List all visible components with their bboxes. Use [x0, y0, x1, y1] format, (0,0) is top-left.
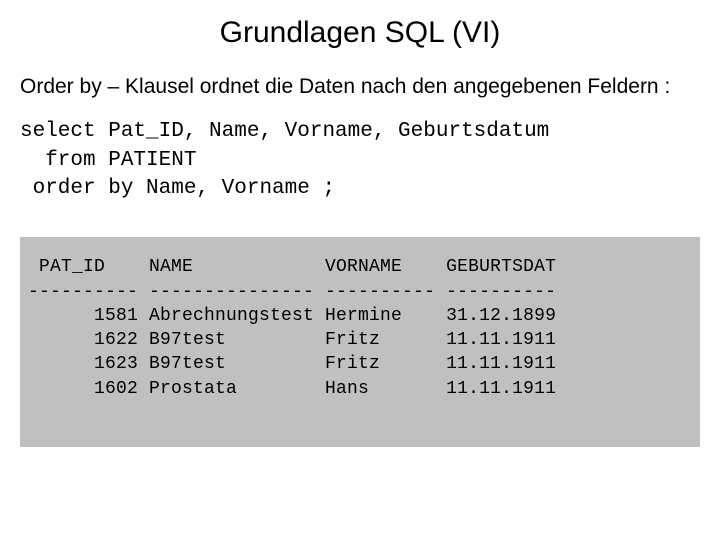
output-header: PAT_ID NAME VORNAME GEBURTSDAT: [28, 257, 556, 277]
output-row: 1581 Abrechnungstest Hermine 31.12.1899: [28, 306, 556, 326]
output-row: 1602 Prostata Hans 11.11.1911: [28, 379, 556, 399]
sql-code-block: select Pat_ID, Name, Vorname, Geburtsdat…: [20, 118, 700, 203]
sql-line-1: select Pat_ID, Name, Vorname, Geburtsdat…: [20, 120, 549, 143]
query-output-box: PAT_ID NAME VORNAME GEBURTSDAT ---------…: [20, 237, 700, 447]
output-divider: ---------- --------------- ---------- --…: [28, 282, 556, 302]
sql-line-3: order by Name, Vorname ;: [20, 177, 335, 200]
description-text: Order by – Klausel ordnet die Daten nach…: [20, 74, 700, 100]
slide: Grundlagen SQL (VI) Order by – Klausel o…: [0, 0, 720, 540]
page-title: Grundlagen SQL (VI): [20, 16, 700, 50]
output-row: 1623 B97test Fritz 11.11.1911: [28, 354, 556, 374]
output-row: 1622 B97test Fritz 11.11.1911: [28, 330, 556, 350]
sql-line-2: from PATIENT: [20, 149, 196, 172]
